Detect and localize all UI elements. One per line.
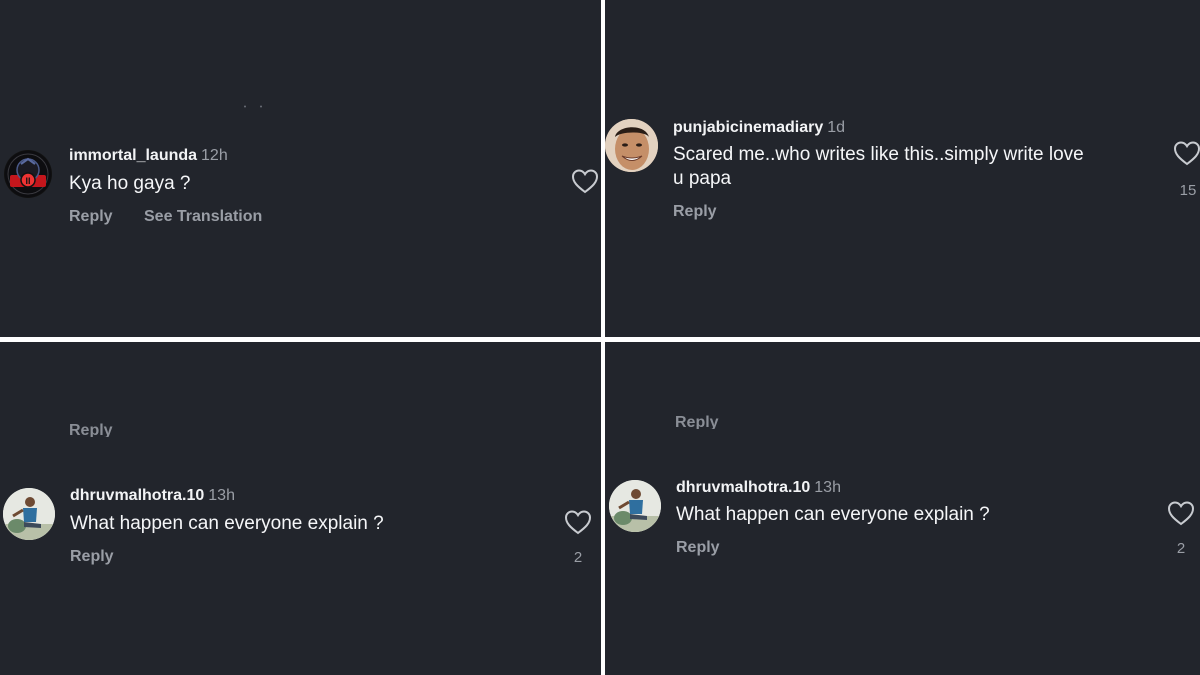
previous-reply-button[interactable]: Reply bbox=[69, 422, 113, 437]
comment-text-line: u papa bbox=[673, 168, 732, 189]
reply-button[interactable]: Reply bbox=[70, 548, 114, 566]
avatar[interactable] bbox=[3, 488, 55, 540]
comment-time: 1d bbox=[827, 119, 846, 136]
reply-button[interactable]: Reply bbox=[676, 539, 720, 557]
svg-text:II: II bbox=[25, 176, 30, 186]
like-heart-icon[interactable] bbox=[1167, 500, 1195, 526]
comment-time: 13h bbox=[208, 487, 235, 504]
comment-panel-2: punjabicinemadiary 1d Scared me..who writ… bbox=[605, 0, 1200, 337]
comment-username[interactable]: dhruvmalhotra.10 13h bbox=[70, 487, 235, 505]
comment-text: Kya ho gaya ? bbox=[69, 173, 191, 194]
avatar[interactable] bbox=[605, 119, 658, 172]
comment-username[interactable]: dhruvmalhotra.10 13h bbox=[676, 479, 841, 497]
like-count: 15 bbox=[1179, 182, 1197, 199]
comment-text: Scared me..who writes like this..simply … bbox=[673, 143, 1153, 191]
comment-time: 13h bbox=[814, 479, 841, 496]
like-heart-icon[interactable] bbox=[571, 168, 599, 194]
reply-button[interactable]: Reply bbox=[673, 203, 717, 221]
comment-panel-3: Reply dhruvmalhotra.10 13h What happen ca… bbox=[0, 342, 601, 675]
see-translation-button[interactable]: See Translation bbox=[144, 208, 262, 226]
red-logo-avatar-icon: II bbox=[4, 151, 52, 198]
scroll-artifact bbox=[243, 95, 265, 108]
smiling-man-avatar-icon bbox=[605, 119, 658, 172]
comment-text: What happen can everyone explain ? bbox=[676, 504, 990, 525]
previous-reply-clip: Reply bbox=[675, 412, 755, 429]
comment-text-line: Scared me..who writes like this..simply … bbox=[673, 144, 1084, 165]
avatar[interactable]: II bbox=[4, 150, 52, 198]
like-count: 2 bbox=[1176, 540, 1186, 557]
seated-man-avatar-icon bbox=[609, 480, 661, 532]
like-heart-icon[interactable] bbox=[564, 509, 592, 535]
previous-reply-button[interactable]: Reply bbox=[675, 414, 719, 429]
like-heart-icon[interactable] bbox=[1173, 140, 1200, 166]
comment-panel-1: II immortal_launda 12h Kya ho gaya ? Repl… bbox=[0, 0, 601, 337]
previous-reply-clip: Reply bbox=[69, 420, 149, 437]
comment-username[interactable]: punjabicinemadiary 1d bbox=[673, 119, 845, 137]
comment-time: 12h bbox=[201, 147, 228, 164]
seated-man-avatar-icon bbox=[3, 488, 55, 540]
reply-button[interactable]: Reply bbox=[69, 208, 113, 226]
avatar[interactable] bbox=[609, 480, 661, 532]
like-count: 2 bbox=[573, 549, 583, 566]
comment-username[interactable]: immortal_launda 12h bbox=[69, 147, 228, 165]
comment-panel-4: Reply dhruvmalhotra.10 13h What happen ca… bbox=[605, 342, 1200, 675]
comment-text: What happen can everyone explain ? bbox=[70, 513, 384, 534]
